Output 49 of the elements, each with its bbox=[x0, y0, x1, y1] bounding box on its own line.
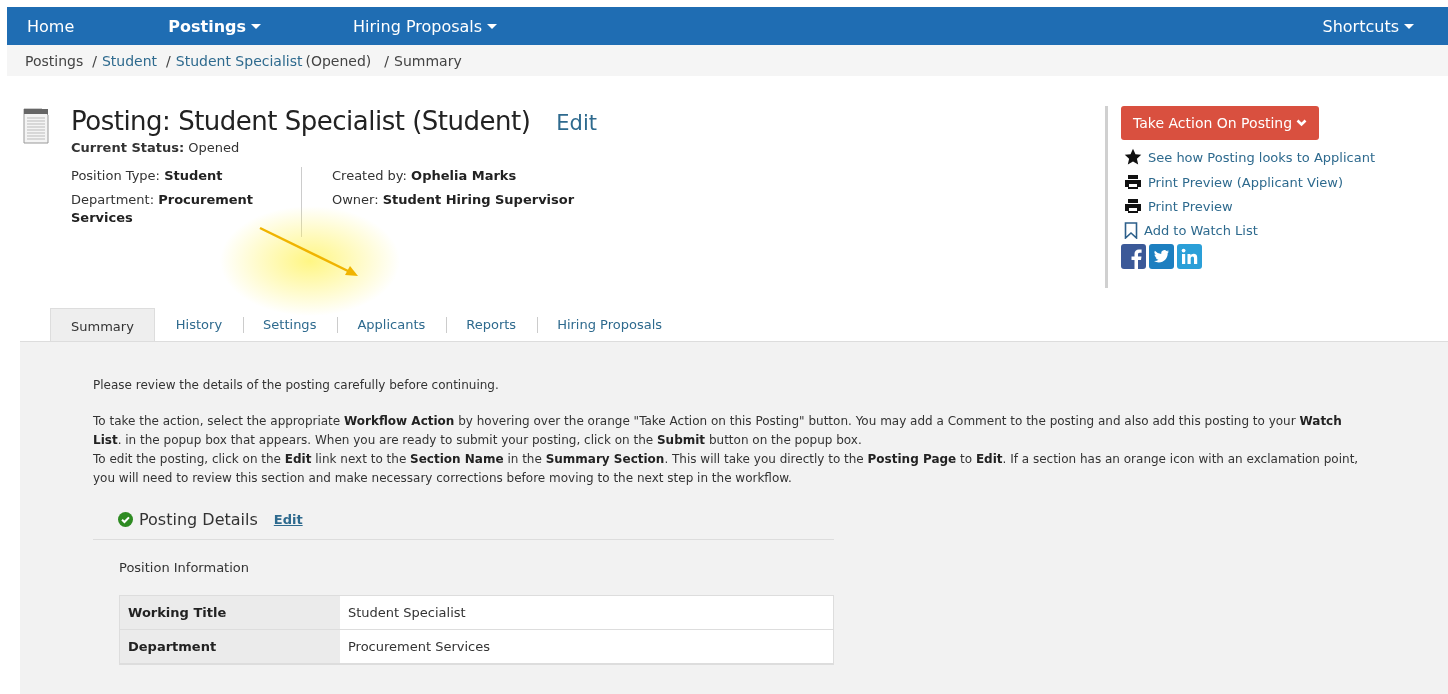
action-link[interactable]: Print Preview bbox=[1148, 198, 1233, 214]
action-link[interactable]: Print Preview (Applicant View) bbox=[1148, 174, 1343, 190]
tab[interactable]: Settings bbox=[242, 308, 337, 341]
breadcrumb-separator: / bbox=[166, 52, 171, 69]
printer-icon bbox=[1124, 198, 1142, 214]
linkedin-icon[interactable] bbox=[1177, 244, 1202, 269]
breadcrumb-status: (Opened) bbox=[305, 52, 372, 69]
shortcuts-menu[interactable]: Shortcuts bbox=[1302, 16, 1448, 36]
section-title: Posting Details bbox=[139, 510, 258, 529]
action-link[interactable]: Add to Watch List bbox=[1144, 223, 1258, 238]
posting-field: Owner: Student Hiring Supervisor bbox=[332, 191, 632, 209]
star-icon bbox=[1124, 148, 1142, 166]
instruction-paragraph: To edit the posting, click on the Edit link next to the Section Name in the Summary Section. This will take you directly to the Posting Page to Edit. If a section has an orange icon with an exclamation point, you will need to review this section and make necessary corrections before moving to the next step in the workflow. bbox=[93, 451, 1360, 487]
posting-title: Posting: Student Specialist (Student) bbox=[71, 106, 531, 136]
tab[interactable]: Applicants bbox=[336, 308, 446, 341]
twitter-icon[interactable] bbox=[1149, 244, 1174, 269]
edit-link[interactable]: Edit bbox=[273, 512, 303, 527]
action-link[interactable]: See how Posting looks to Applicant bbox=[1148, 149, 1375, 165]
breadcrumb-text: Postings bbox=[25, 52, 84, 69]
tab[interactable]: Hiring Proposals bbox=[536, 308, 683, 341]
breadcrumb-link[interactable]: Student Specialist bbox=[175, 52, 303, 69]
breadcrumb-link[interactable]: Student bbox=[101, 52, 158, 69]
subsection-title: Position Information bbox=[118, 559, 250, 577]
document-icon bbox=[22, 108, 50, 146]
nav-menu-item[interactable]: Postings bbox=[148, 16, 281, 36]
tab[interactable]: Reports bbox=[445, 308, 537, 341]
nav-menu-item[interactable]: Hiring Proposals bbox=[333, 16, 518, 36]
nav-menu-item[interactable]: Home bbox=[7, 16, 95, 36]
chevron-down-icon bbox=[1296, 119, 1308, 127]
tab[interactable]: Summary bbox=[50, 308, 155, 341]
table-cell: Department bbox=[120, 630, 340, 663]
table-cell: Student Specialist bbox=[340, 596, 833, 629]
intro-text: Please review the details of the posting carefully before continuing. bbox=[93, 378, 500, 392]
breadcrumb-separator: / bbox=[92, 52, 97, 69]
posting-field: Department: Procurement Services bbox=[71, 191, 261, 227]
instruction-paragraph: To take the action, select the appropriate Workflow Action by hovering over the orange "Take Action on this Posting" button. You may add a Comment to the posting and also add this posting to your Watch List. in the popup box that appears. When you are ready to submit your posting, click on the Submit button on the popup box. bbox=[93, 413, 1343, 449]
table-cell: Working Title bbox=[120, 596, 340, 629]
edit-link[interactable]: Edit bbox=[556, 111, 597, 135]
table-cell: Procurement Services bbox=[340, 630, 833, 663]
posting-field: Position Type: Student bbox=[71, 167, 261, 185]
tab[interactable]: History bbox=[154, 308, 243, 341]
posting-field: Created by: Ophelia Marks bbox=[332, 167, 632, 185]
printer-icon bbox=[1124, 174, 1142, 190]
current-status: Current Status: Opened bbox=[71, 140, 241, 155]
bookmark-icon bbox=[1124, 222, 1138, 239]
take-action-button[interactable]: Take Action On Posting bbox=[1121, 106, 1320, 140]
facebook-icon[interactable] bbox=[1121, 244, 1146, 269]
breadcrumb-text: Summary bbox=[394, 52, 462, 69]
breadcrumb-separator: / bbox=[384, 52, 390, 69]
